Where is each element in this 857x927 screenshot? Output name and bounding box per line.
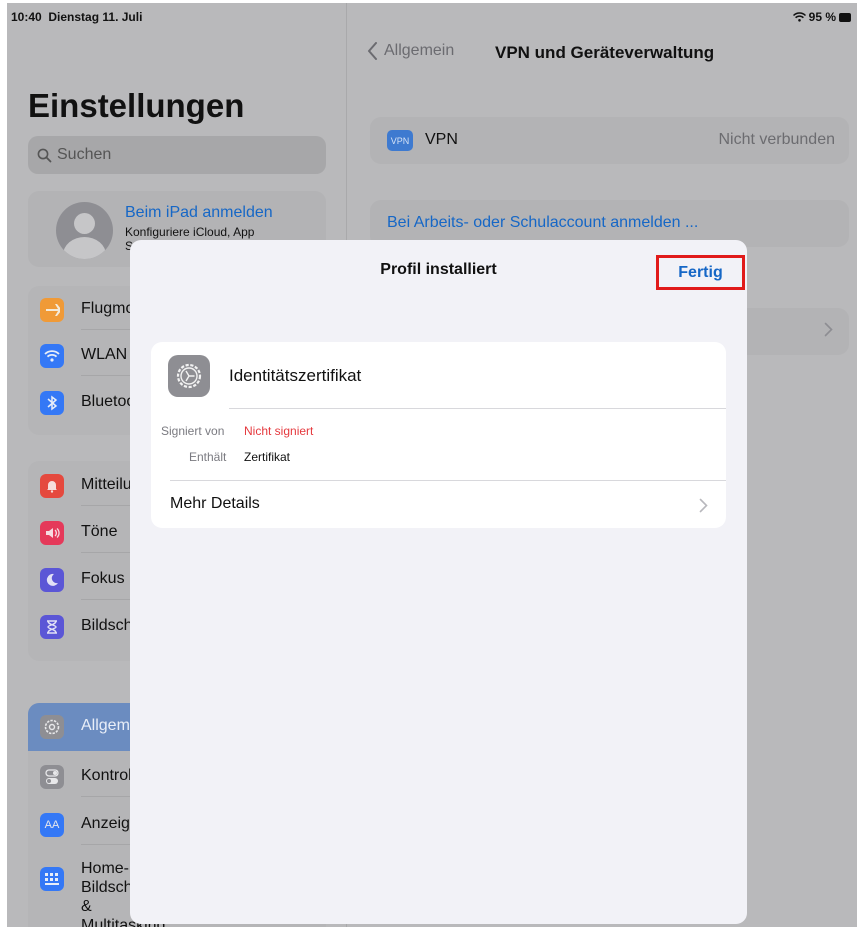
sheet-title: Profil installiert	[380, 261, 497, 278]
bluetooth-icon	[40, 391, 64, 415]
contains-label: Enthält	[189, 450, 227, 464]
wifi-icon	[40, 344, 64, 368]
gear-icon	[40, 715, 64, 739]
sidebar-item-label: WLAN	[81, 346, 128, 363]
profile-card: Identitätszertifikat Signiert von Nicht …	[151, 342, 726, 528]
sidebar-item-label: Fokus	[81, 570, 125, 587]
moon-icon	[40, 568, 64, 592]
search-icon	[37, 148, 52, 162]
more-details-label: Mehr Details	[170, 495, 260, 512]
chevron-right-icon	[699, 498, 708, 513]
grid-icon	[40, 867, 64, 891]
ipad-screen: 10:40 Dienstag 11. Juli Einstellungen Su…	[7, 3, 857, 927]
hourglass-icon	[40, 615, 64, 639]
contains-value: Zertifikat	[244, 450, 291, 464]
settings-gear-icon	[168, 355, 210, 397]
chevron-right-icon	[824, 322, 833, 337]
page-title: Einstellungen	[28, 87, 245, 124]
vpn-badge-icon: VPN	[387, 130, 413, 151]
back-button[interactable]: Allgemein	[367, 42, 454, 60]
status-indicators: 95 %	[792, 10, 851, 24]
back-label: Allgemein	[384, 42, 455, 59]
vpn-label: VPN	[425, 131, 458, 148]
certificate-name: Identitätszertifikat	[229, 366, 362, 385]
search-field[interactable]: Suchen	[28, 136, 326, 174]
account-title: Beim iPad anmelden	[125, 204, 273, 221]
textsize-icon: AA	[40, 813, 64, 837]
signed-by-value: Nicht signiert	[244, 424, 314, 438]
nav-title: VPN und Geräteverwaltung	[495, 43, 715, 62]
profile-installed-sheet: Profil installiert Fertig Identitätszert…	[130, 240, 747, 924]
wifi-status-icon	[792, 12, 806, 22]
battery-icon	[839, 12, 851, 22]
avatar	[56, 202, 113, 259]
account-subtitle-line1: Konfiguriere iCloud, App	[125, 225, 255, 239]
toggles-icon	[40, 765, 64, 789]
airplane-icon	[40, 298, 64, 322]
status-date: Dienstag 11. Juli	[48, 10, 143, 24]
sidebar-item-label: Töne	[81, 523, 118, 540]
signed-by-label: Signiert von	[161, 424, 225, 438]
speaker-icon	[40, 521, 64, 545]
status-time: 10:40 Dienstag 11. Juli	[11, 10, 142, 24]
more-details-row[interactable]: Mehr Details	[151, 481, 726, 528]
vpn-status: Nicht verbunden	[718, 131, 835, 148]
work-account-label: Bei Arbeits- oder Schulaccount anmelden …	[387, 214, 699, 231]
battery-percent: 95 %	[808, 10, 836, 24]
chevron-left-icon	[368, 42, 377, 60]
vpn-row[interactable]: VPN VPN Nicht verbunden	[370, 117, 849, 164]
search-placeholder: Suchen	[57, 146, 112, 163]
done-button[interactable]: Fertig	[656, 255, 745, 290]
status-clock: 10:40	[11, 10, 42, 24]
bell-icon	[40, 474, 64, 498]
